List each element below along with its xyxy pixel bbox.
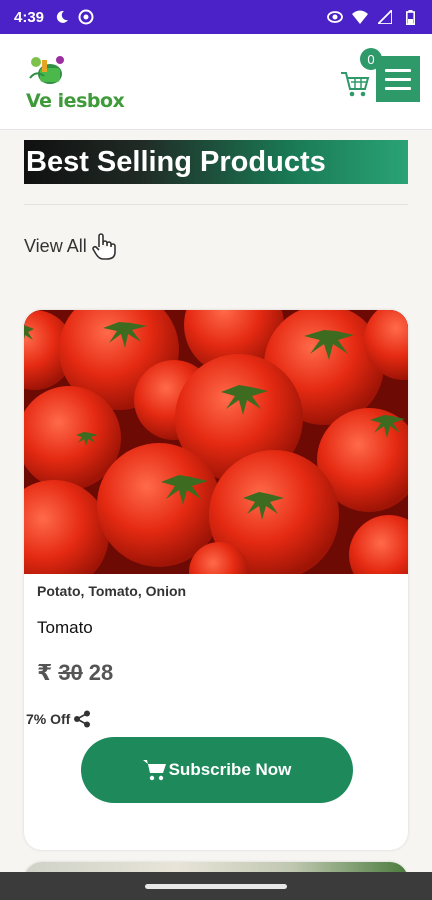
moon-icon	[54, 9, 70, 25]
status-bar: 4:39	[0, 0, 432, 34]
view-all-label: View All	[24, 235, 87, 256]
product-name: Tomato	[37, 618, 93, 637]
subscribe-button[interactable]: Subscribe Now	[81, 737, 353, 803]
product-card[interactable]: Potato, Tomato, Onion Tomato ₹ 30 28 7% …	[24, 310, 408, 850]
navigation-bar	[0, 872, 432, 900]
battery-icon	[402, 9, 418, 25]
current-price: 28	[88, 660, 114, 685]
wifi-icon	[352, 9, 368, 25]
discount-label: 7% Off	[26, 711, 71, 727]
subscribe-label: Subscribe Now	[168, 760, 292, 779]
section-title: Best Selling Products	[24, 140, 408, 184]
view-all-link[interactable]: View All	[24, 232, 117, 260]
tomatoes-image	[24, 310, 408, 574]
status-time: 4:39	[14, 8, 45, 26]
do-not-disturb-icon	[78, 9, 94, 25]
pointer-hand-icon	[91, 232, 117, 260]
share-icon[interactable]	[73, 710, 91, 728]
logo[interactable]: Ve iesbox	[22, 50, 152, 114]
menu-icon-bar	[385, 86, 411, 90]
product-category: Potato, Tomato, Onion	[37, 583, 187, 599]
price-row: ₹ 30 28	[37, 660, 113, 686]
logo-text: Ve iesbox	[26, 90, 125, 112]
old-price: 30	[58, 660, 83, 685]
menu-button[interactable]	[376, 56, 420, 102]
signal-icon	[377, 9, 393, 25]
menu-icon-bar	[385, 68, 411, 72]
menu-icon-bar	[385, 77, 411, 81]
product-image[interactable]	[24, 310, 408, 574]
cart-icon	[142, 759, 167, 781]
home-gesture-handle[interactable]	[145, 884, 287, 889]
eye-icon	[327, 9, 343, 25]
discount-row: 7% Off	[26, 710, 91, 728]
cart-icon[interactable]	[340, 70, 370, 98]
divider	[24, 204, 408, 205]
currency-symbol: ₹	[37, 660, 53, 685]
